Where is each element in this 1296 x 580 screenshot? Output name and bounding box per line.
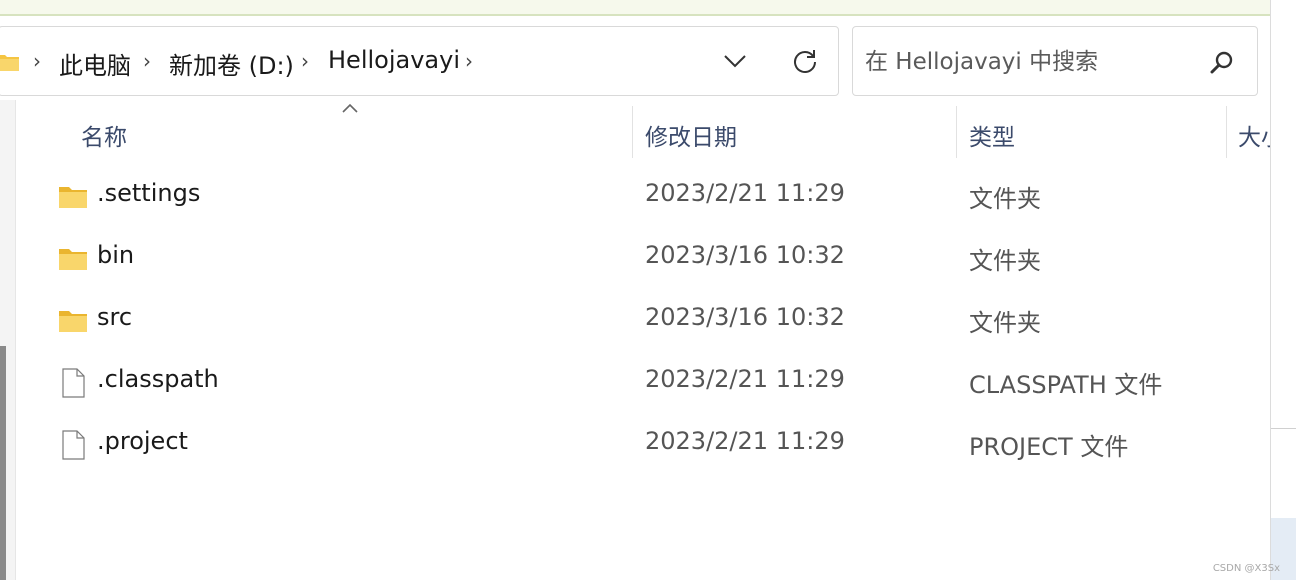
file-row[interactable]: src 2023/3/16 10:32 文件夹 <box>20 292 1270 354</box>
watermark: CSDN @X3Sx <box>1212 563 1280 574</box>
file-name: .project <box>97 427 188 455</box>
sort-ascending-icon <box>342 103 358 113</box>
folder-icon <box>59 187 87 208</box>
folder-icon <box>0 55 19 71</box>
breadcrumb-separator-icon[interactable]: › <box>33 49 41 73</box>
breadcrumb-separator-icon[interactable]: › <box>301 49 309 73</box>
file-name: src <box>97 303 133 331</box>
search-icon <box>1210 51 1233 74</box>
address-bar[interactable]: › 此电脑 › 新加卷 (D:) › Hellojavayi › <box>0 26 839 96</box>
file-row[interactable]: .project 2023/2/21 11:29 PROJECT 文件 <box>20 416 1270 478</box>
breadcrumb-separator-icon[interactable]: › <box>143 49 151 73</box>
file-date: 2023/2/21 11:29 <box>645 179 845 207</box>
column-header-size-clip: 大小 <box>1226 106 1270 162</box>
file-type: PROJECT 文件 <box>969 433 1129 461</box>
column-divider[interactable] <box>632 106 633 158</box>
file-row[interactable]: bin 2023/3/16 10:32 文件夹 <box>20 230 1270 292</box>
refresh-button[interactable] <box>781 41 829 81</box>
file-type: 文件夹 <box>969 309 1041 337</box>
column-header-size[interactable]: 大小 <box>1238 118 1270 152</box>
file-date: 2023/2/21 11:29 <box>645 427 845 455</box>
file-name: .settings <box>97 179 201 207</box>
address-history-button[interactable] <box>711 41 759 81</box>
right-edge-line <box>1271 428 1296 429</box>
file-date: 2023/3/16 10:32 <box>645 303 845 331</box>
file-icon <box>62 368 85 398</box>
file-type: CLASSPATH 文件 <box>969 371 1163 399</box>
navigation-scrollbar-thumb[interactable] <box>0 346 6 580</box>
window-top-strip <box>0 0 1270 16</box>
file-name: .classpath <box>97 365 219 393</box>
file-icon <box>62 430 85 460</box>
breadcrumb-item-folder[interactable]: Hellojavayi <box>328 46 460 74</box>
breadcrumb-item-this-pc[interactable]: 此电脑 <box>59 46 131 81</box>
search-input[interactable] <box>865 45 1195 79</box>
file-row[interactable]: .classpath 2023/2/21 11:29 CLASSPATH 文件 <box>20 354 1270 416</box>
file-row[interactable]: .settings 2023/2/21 11:29 文件夹 <box>20 168 1270 230</box>
breadcrumb-separator-icon[interactable]: › <box>465 49 473 73</box>
search-box[interactable] <box>852 26 1258 96</box>
column-header-date[interactable]: 修改日期 <box>645 118 737 152</box>
window-right-edge <box>1270 0 1296 580</box>
refresh-icon <box>794 50 816 73</box>
folder-icon <box>59 311 87 332</box>
navigation-pane-edge <box>0 100 16 580</box>
column-divider[interactable] <box>956 106 957 158</box>
file-date: 2023/2/21 11:29 <box>645 365 845 393</box>
column-header-name[interactable]: 名称 <box>81 118 127 152</box>
file-date: 2023/3/16 10:32 <box>645 241 845 269</box>
search-button[interactable] <box>1201 42 1243 82</box>
file-type: 文件夹 <box>969 247 1041 275</box>
folder-icon <box>59 249 87 270</box>
column-header-type[interactable]: 类型 <box>969 118 1015 152</box>
breadcrumb-item-drive[interactable]: 新加卷 (D:) <box>169 46 294 81</box>
chevron-down-icon <box>724 55 746 68</box>
file-name: bin <box>97 241 135 269</box>
file-type: 文件夹 <box>969 185 1041 213</box>
